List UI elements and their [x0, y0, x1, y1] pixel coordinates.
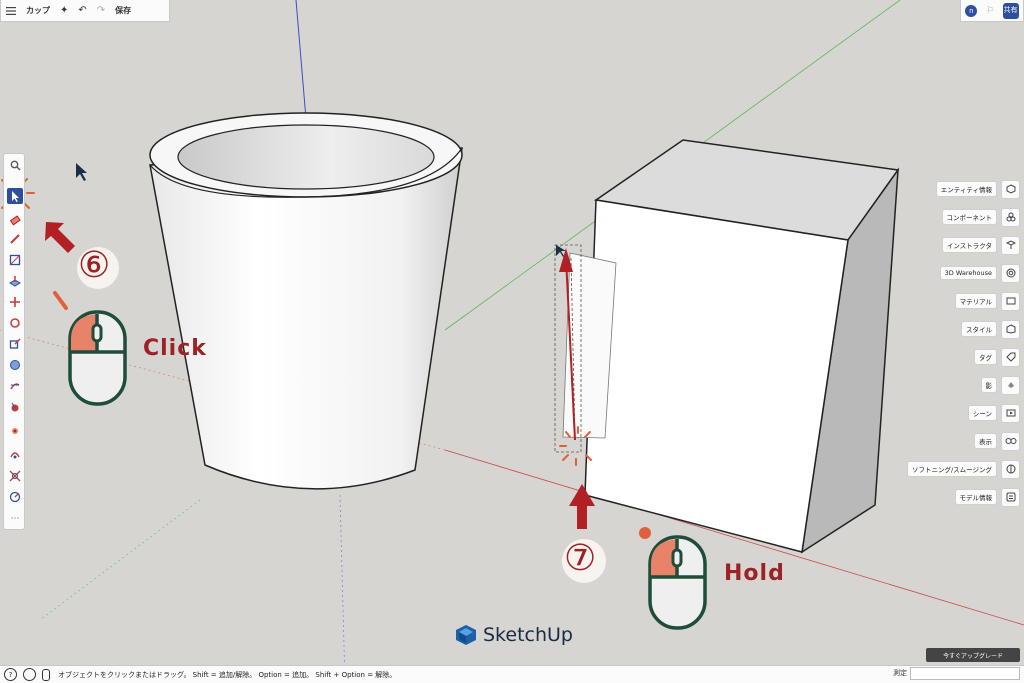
panel-label: スタイル: [961, 321, 997, 337]
redo-icon[interactable]: ↷: [92, 0, 110, 22]
warehouse-icon: [1001, 263, 1020, 283]
panel-label: シーン: [967, 405, 997, 421]
avatar[interactable]: n: [965, 4, 978, 17]
undo-icon[interactable]: ↶: [73, 0, 91, 22]
paint-bucket-icon[interactable]: [7, 357, 23, 373]
upgrade-button[interactable]: 今すぐアップグレード: [926, 648, 1020, 662]
pencil-icon[interactable]: [7, 231, 23, 247]
save-button[interactable]: 保存: [110, 0, 136, 22]
panel-item-materials[interactable]: マテリアル: [954, 290, 1020, 312]
styles-icon: [1001, 319, 1020, 339]
select-icon[interactable]: [7, 188, 23, 204]
panel-label: 3D Warehouse: [939, 266, 997, 280]
panel-label: タグ: [974, 349, 997, 365]
panel-label: ソフトニング/スムージング: [906, 461, 997, 477]
shape-icon[interactable]: [7, 252, 23, 268]
notification-icon[interactable]: ⚐: [986, 6, 994, 16]
zoom-extents-icon[interactable]: [7, 468, 23, 484]
share-button[interactable]: 共有: [1002, 2, 1019, 19]
panel-item-components[interactable]: コンポーネント: [941, 206, 1020, 228]
scenes-icon: [1001, 403, 1020, 423]
cursor-icon: [76, 163, 87, 181]
status-message: オブジェクトをクリックまたはドラッグ。 Shift = 追加/解除。 Optio…: [58, 670, 397, 679]
orbit-icon[interactable]: [7, 447, 23, 463]
blue-axis-dotted: [339, 494, 346, 683]
scale-icon[interactable]: [7, 336, 23, 352]
globe-icon[interactable]: [23, 668, 36, 681]
panel-item-warehouse[interactable]: 3D Warehouse: [939, 262, 1020, 284]
sketchup-logo-icon: [456, 625, 476, 645]
soften-icon: [1001, 459, 1020, 479]
rotate-icon[interactable]: [7, 315, 23, 331]
search-icon[interactable]: [7, 157, 23, 173]
panel-item-styles[interactable]: スタイル: [961, 318, 1020, 340]
panel-label: マテリアル: [954, 293, 997, 309]
step7-label: ⑦: [564, 538, 598, 579]
compass-icon[interactable]: [7, 489, 23, 505]
move-icon[interactable]: [7, 294, 23, 310]
panel-item-instructor[interactable]: インストラクタ: [941, 234, 1020, 256]
mouse-hold-icon: [639, 527, 707, 630]
panel-item-tags[interactable]: タグ: [974, 346, 1020, 368]
offset-icon[interactable]: [7, 378, 23, 394]
entity-info-icon: [1001, 179, 1020, 199]
display-icon: [1001, 431, 1020, 451]
hamburger-icon[interactable]: [1, 0, 21, 22]
mouse-icon: [42, 668, 50, 681]
panel-label: 影: [980, 377, 997, 393]
hold-label: Hold: [724, 561, 785, 586]
tape-measure-icon[interactable]: [7, 399, 23, 415]
right-panel: エンティティ情報 コンポーネント インストラクタ 3D Warehouse マテ…: [906, 178, 1024, 518]
pointer-arrow-icon: [45, 222, 75, 253]
status-bar: ? オブジェクトをクリックまたはドラッグ。 Shift = 追加/解除。 Opt…: [0, 665, 1024, 683]
click-label: Click: [143, 336, 207, 361]
components-icon: [1001, 207, 1020, 227]
brand-name: SketchUp: [483, 624, 573, 646]
materials-icon: [1001, 291, 1020, 311]
instructor-icon: [1001, 235, 1020, 255]
push-pull-icon[interactable]: [7, 273, 23, 289]
measure-label: 測定: [893, 669, 907, 677]
sketchup-logo: SketchUp: [455, 624, 573, 646]
account-bar: n ⚐ 共有: [960, 0, 1024, 22]
panel-label: コンポーネント: [941, 209, 997, 225]
top-toolbar: カップ ✦ ↶ ↷ 保存: [0, 0, 170, 22]
shadows-icon: [1001, 375, 1020, 395]
sparkle-icon[interactable]: ✦: [55, 0, 73, 22]
panel-item-soften[interactable]: ソフトニング/スムージング: [906, 458, 1020, 480]
panel-item-display[interactable]: 表示: [974, 430, 1020, 452]
model-info-icon: [1001, 487, 1020, 507]
panel-item-entity-info[interactable]: エンティティ情報: [935, 178, 1020, 200]
step6-label: ⑥: [78, 245, 112, 286]
mouse-click-icon: [53, 291, 127, 406]
left-toolbar: ⋯: [3, 153, 25, 530]
panel-label: インストラクタ: [941, 237, 997, 253]
green-axis-dotted: [39, 499, 201, 621]
cup-model[interactable]: [149, 112, 463, 490]
box-model[interactable]: [584, 139, 900, 554]
help-icon[interactable]: ?: [4, 668, 17, 681]
tags-icon: [1001, 347, 1020, 367]
panel-item-model-info[interactable]: モデル情報: [954, 486, 1020, 508]
panel-label: モデル情報: [954, 489, 997, 505]
measure-input[interactable]: [910, 667, 1020, 680]
model-title[interactable]: カップ: [21, 0, 55, 22]
follow-me-icon[interactable]: [7, 422, 23, 438]
panel-item-shadows[interactable]: 影: [980, 374, 1020, 396]
more-icon[interactable]: ⋯: [7, 511, 23, 527]
panel-item-scenes[interactable]: シーン: [967, 402, 1020, 424]
panel-label: 表示: [974, 433, 997, 449]
eraser-icon[interactable]: [7, 212, 23, 228]
panel-label: エンティティ情報: [935, 181, 997, 197]
